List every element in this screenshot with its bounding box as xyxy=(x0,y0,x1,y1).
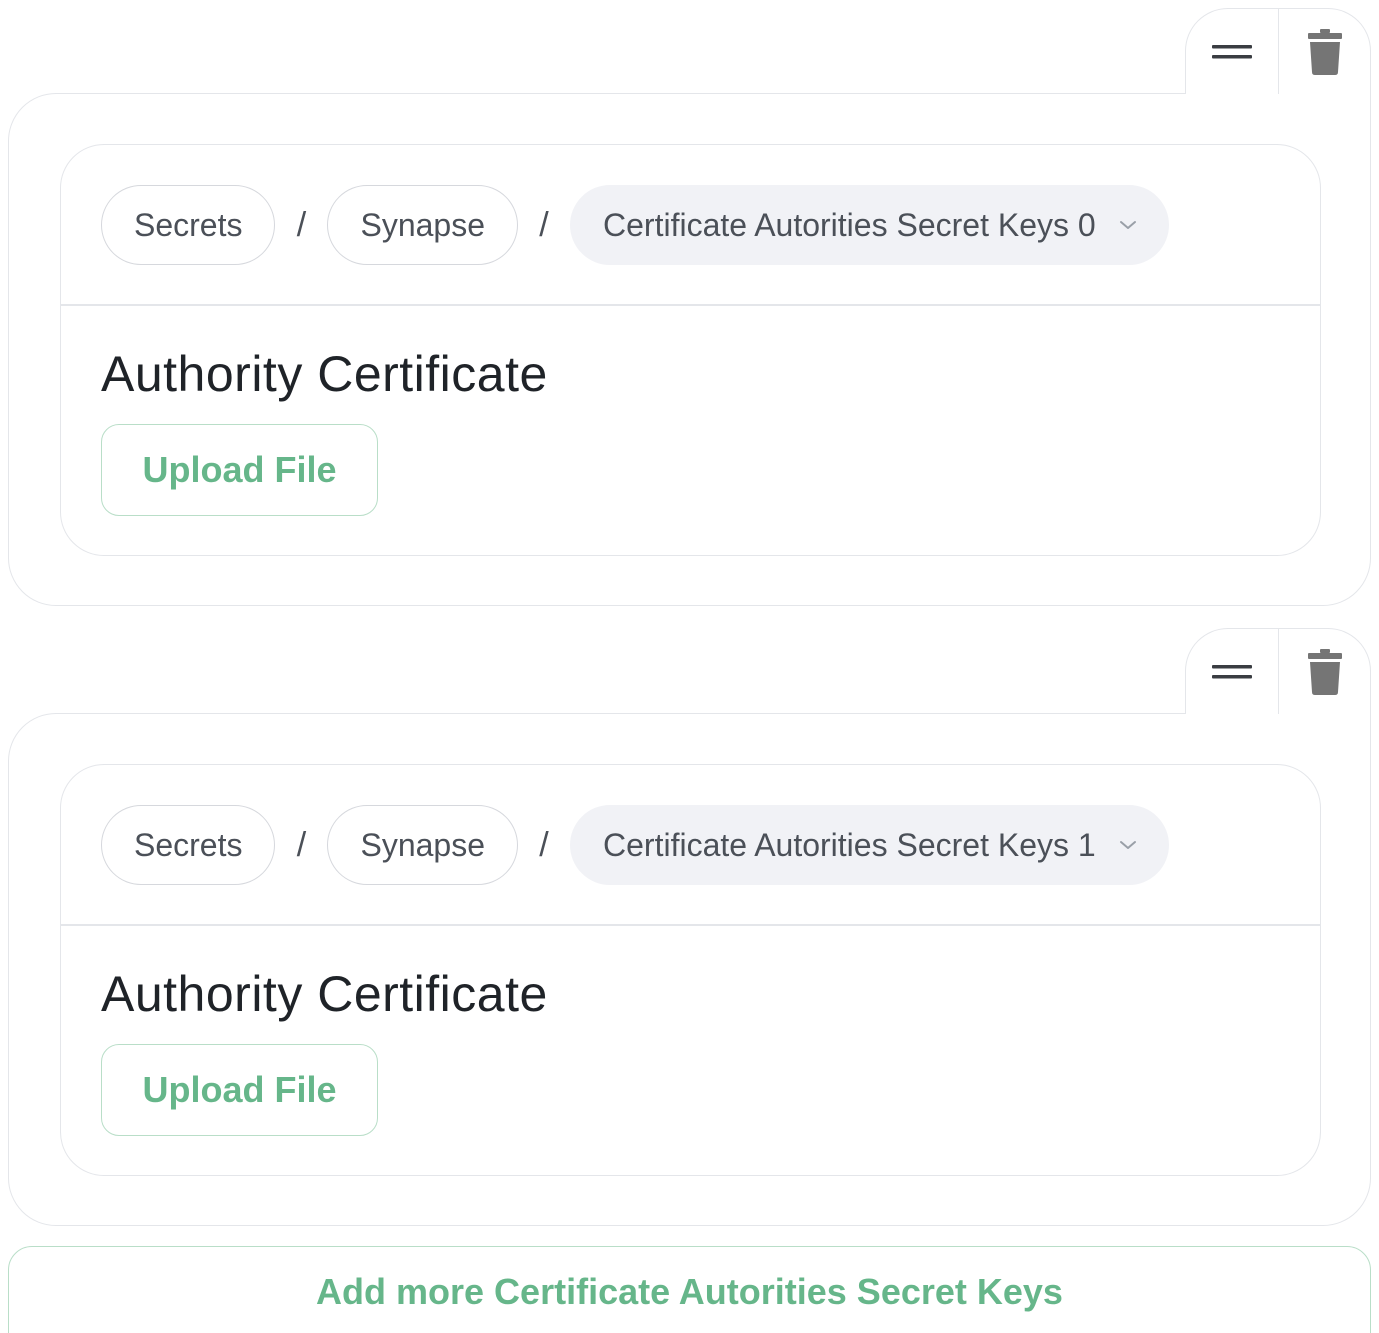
breadcrumb-synapse[interactable]: Synapse xyxy=(327,805,519,885)
trash-icon xyxy=(1307,28,1342,75)
drag-handle-icon xyxy=(1212,44,1252,58)
secret-keys-array-editor: Secrets / Synapse / Certificate Autoriti… xyxy=(0,0,1379,1333)
divider xyxy=(61,924,1320,926)
breadcrumb-synapse[interactable]: Synapse xyxy=(327,185,519,265)
upload-file-button[interactable]: Upload File xyxy=(101,424,378,516)
drag-handle-button[interactable] xyxy=(1186,629,1278,714)
divider xyxy=(61,304,1320,306)
item-inner-card: Secrets / Synapse / Certificate Autoriti… xyxy=(60,764,1321,1176)
breadcrumb: Secrets / Synapse / Certificate Autoriti… xyxy=(101,185,1169,265)
breadcrumb-current-label: Certificate Autorities Secret Keys 1 xyxy=(603,826,1096,863)
field-title: Authority Certificate xyxy=(101,966,548,1022)
item-card: Secrets / Synapse / Certificate Autoriti… xyxy=(8,93,1371,606)
breadcrumb-current-label: Certificate Autorities Secret Keys 0 xyxy=(603,206,1096,243)
breadcrumb-separator: / xyxy=(539,205,549,244)
trash-icon xyxy=(1307,648,1342,695)
chevron-down-icon xyxy=(1119,221,1136,229)
delete-item-button[interactable] xyxy=(1278,9,1370,94)
breadcrumb-current-select[interactable]: Certificate Autorities Secret Keys 0 xyxy=(570,185,1169,265)
delete-item-button[interactable] xyxy=(1278,629,1370,714)
item-toolbar xyxy=(1185,628,1371,714)
drag-handle-icon xyxy=(1212,664,1252,678)
breadcrumb-current-select[interactable]: Certificate Autorities Secret Keys 1 xyxy=(570,805,1169,885)
breadcrumb-secrets[interactable]: Secrets xyxy=(101,805,276,885)
upload-file-button[interactable]: Upload File xyxy=(101,1044,378,1136)
item-card: Secrets / Synapse / Certificate Autoriti… xyxy=(8,713,1371,1226)
breadcrumb-separator: / xyxy=(296,205,307,244)
chevron-down-icon xyxy=(1119,841,1136,849)
field-title: Authority Certificate xyxy=(101,346,548,402)
breadcrumb-secrets[interactable]: Secrets xyxy=(101,185,276,265)
breadcrumb-separator: / xyxy=(296,825,307,864)
item-toolbar xyxy=(1185,8,1371,94)
drag-handle-button[interactable] xyxy=(1186,9,1278,94)
breadcrumb-separator: / xyxy=(539,825,549,864)
item-inner-card: Secrets / Synapse / Certificate Autoriti… xyxy=(60,144,1321,556)
add-more-button[interactable]: Add more Certificate Autorities Secret K… xyxy=(8,1246,1371,1333)
breadcrumb: Secrets / Synapse / Certificate Autoriti… xyxy=(101,805,1169,885)
